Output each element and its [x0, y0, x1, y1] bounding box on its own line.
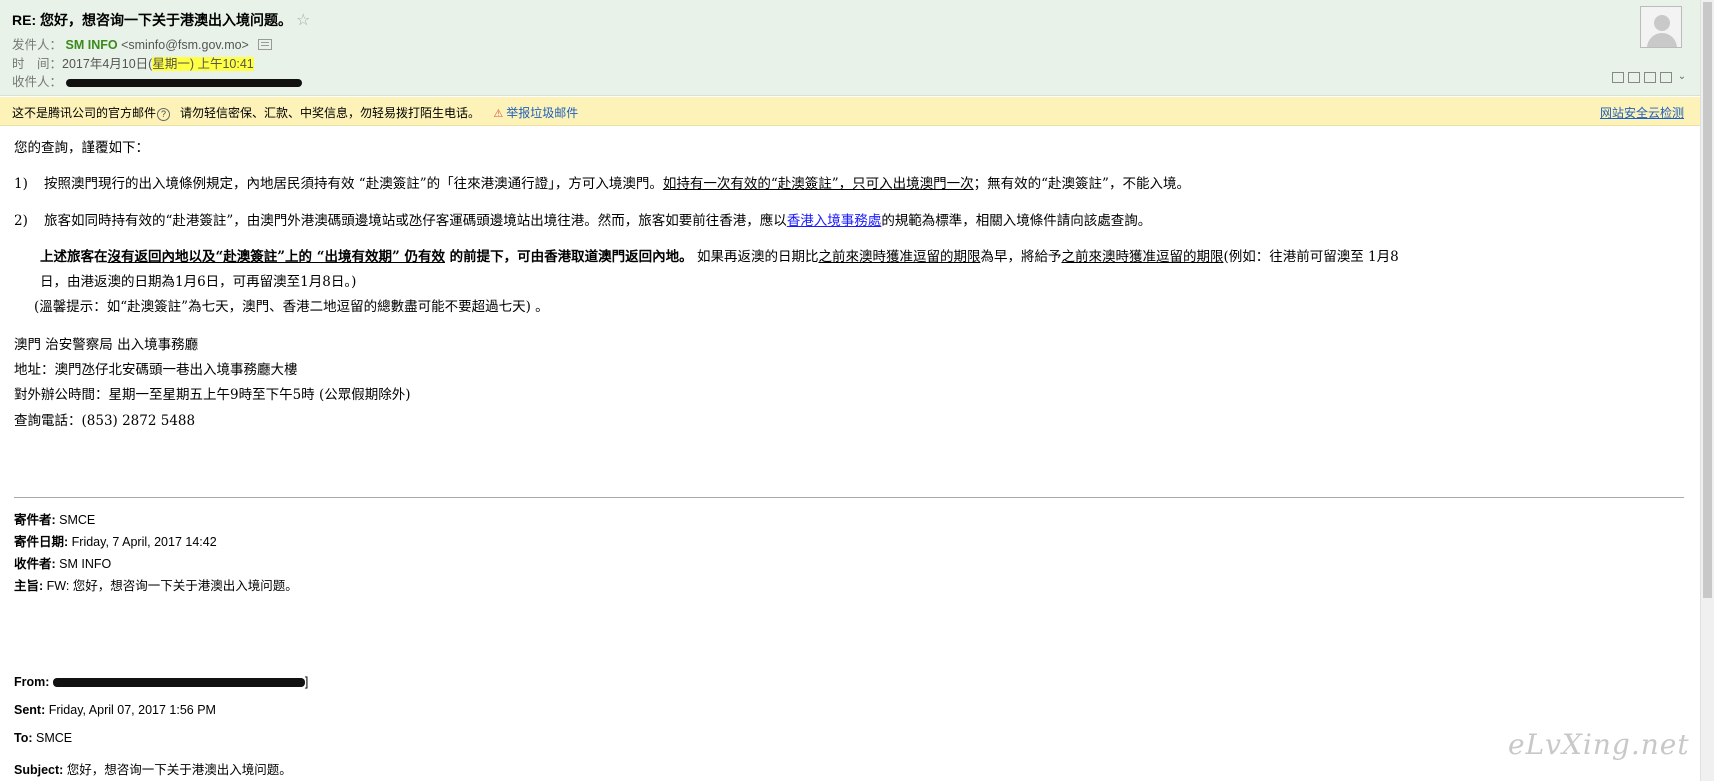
hk-immigration-link[interactable]: 香港入境事務處: [787, 213, 882, 229]
avatar-head-shape: [1654, 15, 1670, 31]
fw2-subject-value: 您好，想咨询一下关于港澳出入境问题。: [66, 763, 292, 777]
fw2-to-value: SMCE: [36, 731, 73, 745]
divider: [14, 497, 1684, 498]
item-number: 2): [14, 213, 28, 229]
sender-row: 发件人： SM INFO <sminfo@fsm.gov.mo>: [12, 34, 273, 53]
vertical-scrollbar[interactable]: [1700, 0, 1714, 781]
new-window-icon[interactable]: [1612, 72, 1624, 83]
warm-tip: (溫馨提示：如“赴澳簽註”為七天，澳門、香港二地逗留的總數盡可能不要超過七天) …: [34, 299, 549, 315]
fw2-subject-label: Subject:: [14, 763, 64, 777]
fw1-to: 收件者: SM INFO: [14, 553, 111, 572]
mail-subject: RE: 您好，想咨询一下关于港澳出入境问题。 ☆: [12, 10, 310, 30]
item-number: 1): [14, 176, 28, 192]
mail-header: RE: 您好，想咨询一下关于港澳出入境问题。 ☆ 发件人： SM INFO <sm…: [0, 0, 1700, 96]
fw2-from-trailing: ]: [304, 675, 309, 689]
office-hours: 對外辦公時間：星期一至星期五上午9時至下午5時 (公眾假期除外): [14, 387, 411, 403]
fw1-from-value: SMCE: [59, 513, 96, 527]
full-view-icon[interactable]: [1628, 72, 1640, 83]
item2-text-a: 旅客如同時持有效的“赴港簽註”，由澳門外港澳碼頭邊境站或氹仔客運碼頭邊境站出境往…: [44, 213, 787, 229]
redacted-recipient: [65, 78, 302, 87]
save-icon[interactable]: [1644, 72, 1656, 83]
fw1-date: 寄件日期: Friday, 7 April, 2017 14:42: [14, 531, 217, 550]
sender-label: 发件人：: [12, 38, 63, 52]
normal-text-b: 為早，將給予: [980, 249, 1062, 265]
recipient-label: 收件人：: [12, 75, 63, 89]
watermark: eLvXing.net: [1508, 728, 1690, 761]
fw1-date-label: 寄件日期:: [14, 535, 69, 549]
bold-text-b: 的前提下，可由香港取道澳門返回內地。: [444, 249, 693, 265]
time-value-highlighted: 星期一) 上午10:41: [152, 57, 254, 71]
site-security-link[interactable]: 网站安全云检测: [1600, 104, 1684, 121]
phone: 查詢電話：(853) 2872 5488: [14, 413, 196, 429]
greeting: 您的查詢，謹覆如下：: [14, 140, 149, 156]
item1-text-b: ；無有效的“赴澳簽註”，不能入境。: [973, 176, 1190, 192]
bold-underlined-2: “赴澳簽註”上的 “出境有效期” 仍有效: [215, 249, 445, 265]
time-label: 时 间：: [12, 57, 63, 71]
sender-email: <sminfo@fsm.gov.mo>: [121, 38, 249, 52]
scrollbar-thumb[interactable]: [1703, 2, 1712, 598]
help-icon[interactable]: ?: [157, 108, 171, 121]
fw1-date-value: Friday, 7 April, 2017 14:42: [71, 535, 217, 549]
condition-paragraph: 上述旅客在沒有返回內地以及“赴澳簽註”上的 “出境有效期” 仍有效 的前提下，可…: [40, 245, 1399, 265]
print-icon[interactable]: [1660, 72, 1672, 83]
report-spam-link[interactable]: 举报垃圾邮件: [506, 106, 578, 120]
fw1-from-label: 寄件者:: [14, 513, 56, 527]
redacted-sender: [52, 678, 305, 688]
fw1-to-label: 收件者:: [14, 557, 56, 571]
fw2-to: To: SMCE: [14, 731, 72, 745]
time-row: 时 间：2017年4月10日(星期一) 上午10:41: [12, 53, 254, 72]
address-book-icon[interactable]: [258, 39, 273, 51]
fw2-subject: Subject: 您好，想咨询一下关于港澳出入境问题。: [14, 759, 292, 778]
security-warning-bar: 这不是腾讯公司的官方邮件? 请勿轻信密保、汇款、中奖信息，勿轻易拨打陌生电话。 …: [0, 97, 1700, 126]
fraud-notice: 请勿轻信密保、汇款、中奖信息，勿轻易拨打陌生电话。: [180, 106, 481, 120]
report-spam-icon: ⚠: [493, 108, 504, 120]
fw2-sent-label: Sent:: [14, 703, 46, 717]
list-item: 1) 按照澳門現行的出入境條例規定，內地居民須持有效 “赴澳簽註”的「往來港澳通行…: [14, 172, 1190, 192]
fw1-subject-value: FW: 您好，想咨询一下关于港澳出入境问题。: [46, 579, 298, 593]
list-item: 2) 旅客如同時持有效的“赴港簽註”，由澳門外港澳碼頭邊境站或氹仔客運碼頭邊境站出…: [14, 209, 1151, 229]
bold-underlined-1: 沒有返回內地以及: [107, 249, 216, 265]
normal-text-c: (例如：往港前可留澳至 1月8: [1223, 249, 1399, 265]
fw2-to-label: To:: [14, 731, 33, 745]
normal-text-a: 如果再返澳的日期比: [692, 249, 819, 265]
official-mail-warning: 这不是腾讯公司的官方邮件: [12, 106, 157, 120]
fw2-sent: Sent: Friday, April 07, 2017 1:56 PM: [14, 703, 216, 717]
subject-text: RE: 您好，想咨询一下关于港澳出入境问题。: [12, 12, 292, 28]
warning-text: 这不是腾讯公司的官方邮件? 请勿轻信密保、汇款、中奖信息，勿轻易拨打陌生电话。 …: [12, 104, 578, 121]
item1-underlined: 如持有一次有效的“赴澳簽註”，只可入出境澳門一次: [662, 176, 974, 192]
sender-avatar[interactable]: [1640, 6, 1682, 48]
star-icon[interactable]: ☆: [296, 12, 310, 29]
bold-text-a: 上述旅客在: [40, 249, 108, 265]
address: 地址：澳門氹仔北安碼頭一巷出入境事務廳大樓: [14, 362, 298, 378]
mail-toolbar: ⌄: [1612, 72, 1688, 83]
avatar-body-shape: [1647, 33, 1677, 47]
condition-continuation: 日，由港返澳的日期為1月6日，可再留澳至1月8日。): [40, 274, 357, 290]
fw1-subject: 主旨: FW: 您好，想咨询一下关于港澳出入境问题。: [14, 575, 298, 594]
item2-text-b: 的規範為標準，相關入境條件請向該處查詢。: [881, 213, 1152, 229]
underlined-limit-1: 之前來澳時獲准逗留的期限: [818, 249, 981, 265]
fw2-sent-value: Friday, April 07, 2017 1:56 PM: [48, 703, 216, 717]
chevron-down-icon[interactable]: ⌄: [1676, 72, 1688, 83]
underlined-limit-2: 之前來澳時獲准逗留的期限: [1061, 249, 1224, 265]
sender-name[interactable]: SM INFO: [66, 38, 118, 52]
fw1-to-value: SM INFO: [59, 557, 112, 571]
organization: 澳門 治安警察局 出入境事務廳: [14, 337, 199, 353]
item1-text-a: 按照澳門現行的出入境條例規定，內地居民須持有效 “赴澳簽註”的「往來港澳通行證」…: [44, 176, 663, 192]
time-value-a: 2017年4月10日(: [62, 57, 153, 71]
recipient-row: 收件人：: [12, 71, 302, 90]
fw1-subject-label: 主旨:: [14, 579, 44, 593]
fw2-from-label: From:: [14, 675, 50, 689]
fw1-from: 寄件者: SMCE: [14, 509, 95, 528]
fw2-from: From: ]: [14, 675, 308, 689]
